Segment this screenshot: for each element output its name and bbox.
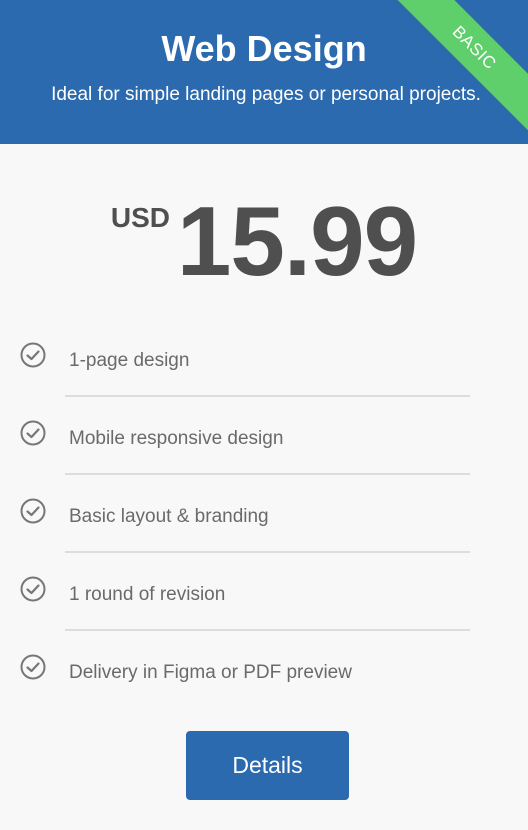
feature-item: Mobile responsive design [0, 398, 528, 476]
pricing-card: Web Design Ideal for simple landing page… [0, 0, 528, 830]
feature-label: Mobile responsive design [69, 428, 284, 449]
check-circle-icon [20, 498, 46, 524]
feature-label: Delivery in Figma or PDF preview [69, 662, 352, 683]
feature-item: 1 round of revision [0, 554, 528, 632]
feature-item: Basic layout & branding [0, 476, 528, 554]
feature-list: 1-page design Mobile responsive design B… [0, 320, 528, 710]
feature-divider [65, 473, 470, 475]
feature-divider [65, 629, 470, 631]
check-circle-icon [20, 420, 46, 446]
check-circle-icon [20, 576, 46, 602]
plan-subtitle: Ideal for simple landing pages or person… [51, 84, 481, 105]
feature-divider [65, 395, 470, 397]
feature-label: 1 round of revision [69, 584, 226, 605]
details-button[interactable]: Details [186, 731, 349, 800]
feature-item: 1-page design [0, 320, 528, 398]
price-amount: 15.99 [176, 186, 418, 296]
feature-label: 1-page design [69, 350, 190, 371]
check-circle-icon [20, 342, 46, 368]
check-circle-icon [20, 654, 46, 680]
feature-divider [65, 551, 470, 553]
feature-label: Basic layout & branding [69, 506, 269, 527]
price-currency: USD [110, 202, 170, 233]
pricing-header: Web Design Ideal for simple landing page… [0, 0, 528, 144]
price-block: USD 15.99 [0, 186, 528, 296]
feature-item: Delivery in Figma or PDF preview [0, 632, 528, 710]
